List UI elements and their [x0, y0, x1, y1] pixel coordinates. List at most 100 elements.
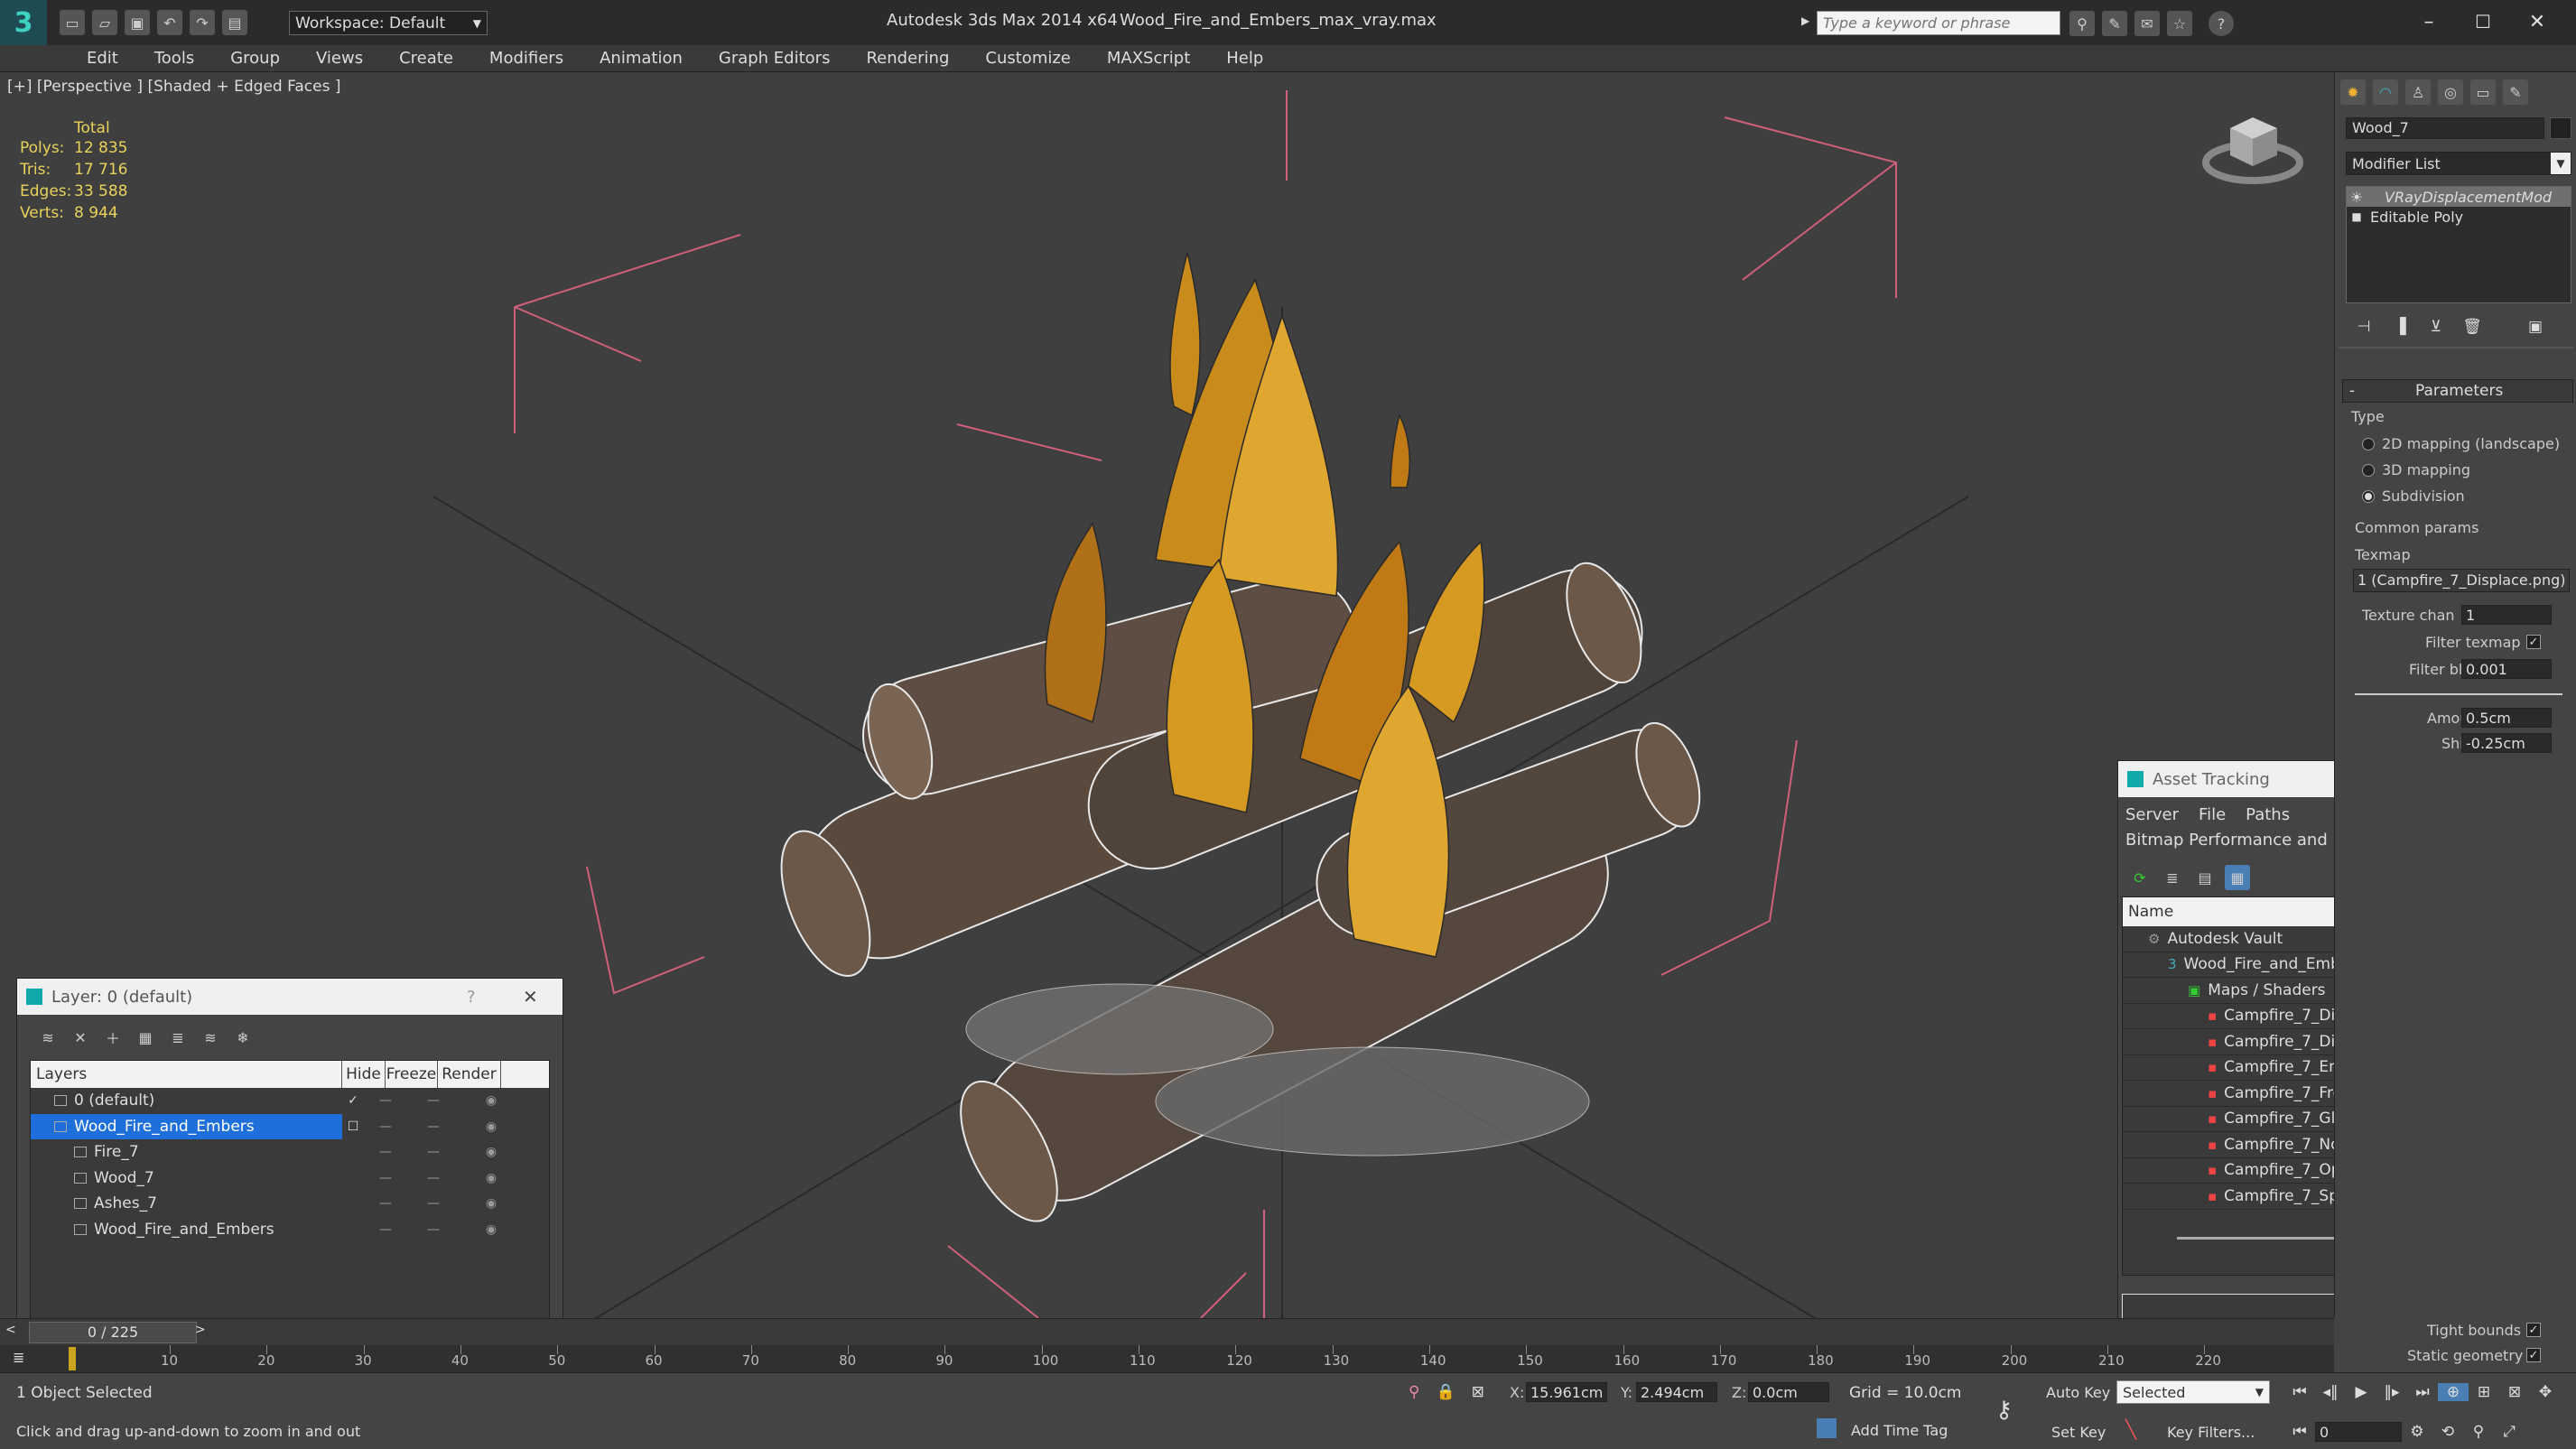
- close-icon[interactable]: ✕: [2510, 11, 2564, 33]
- orbit-icon[interactable]: ⟲: [2432, 1423, 2463, 1441]
- layer-hide-toggle[interactable]: —: [364, 1145, 407, 1159]
- asset-menu-paths[interactable]: Paths: [2246, 803, 2290, 828]
- layer-render-toggle[interactable]: ◉: [460, 1093, 523, 1108]
- asset-row[interactable]: ▪Campfire_7_Fresnel.pngFound: [2123, 1081, 2334, 1107]
- layer-render-toggle[interactable]: ◉: [460, 1119, 523, 1134]
- isolate-icon[interactable]: ⚲: [1409, 1383, 1419, 1401]
- menu-edit[interactable]: Edit: [69, 45, 136, 72]
- static-geometry-checkbox[interactable]: ✓: [2526, 1348, 2541, 1362]
- layer-freeze-toggle[interactable]: —: [407, 1171, 460, 1185]
- previous-frame-icon[interactable]: ◂‖: [2315, 1383, 2346, 1401]
- type-option[interactable]: 3D mapping: [2351, 457, 2564, 483]
- menu-views[interactable]: Views: [298, 45, 381, 72]
- expand-icon[interactable]: ■: [2347, 210, 2367, 223]
- key-mode-icon[interactable]: ⏮: [2284, 1423, 2315, 1441]
- radio-button[interactable]: [2362, 463, 2375, 477]
- layer-row[interactable]: Wood_Fire_and_Embers ☐ — — ◉: [31, 1113, 549, 1139]
- freeze-all-icon[interactable]: ❄: [230, 1025, 256, 1050]
- layer-row[interactable]: Wood_Fire_and_Embers — — ◉: [31, 1217, 549, 1243]
- lock-icon[interactable]: 🔒: [1436, 1383, 1455, 1401]
- communication-icon[interactable]: ✉: [2134, 11, 2160, 36]
- texmap-button[interactable]: 1 (Campfire_7_Displace.png): [2353, 569, 2570, 592]
- asset-row[interactable]: ⚙Autodesk VaultLogged C: [2123, 926, 2334, 952]
- menu-create[interactable]: Create: [381, 45, 471, 72]
- binoculars-icon[interactable]: ⚲: [2069, 11, 2095, 36]
- type-option[interactable]: Subdivision: [2351, 483, 2564, 509]
- help-icon[interactable]: ?: [2209, 11, 2234, 36]
- track-bar[interactable]: ≣ 10 20 30 40 50 60 70 80 90 100 110 120 130 140 150 16…: [0, 1345, 2334, 1372]
- pan-view-icon[interactable]: ✥: [2530, 1383, 2561, 1401]
- project-folder-icon[interactable]: ▤: [222, 10, 247, 35]
- asset-row[interactable]: 3Wood_Fire_and_Embers_max_vray.maxNetwor…: [2123, 952, 2334, 978]
- layer-row[interactable]: Ashes_7— — ◉: [31, 1191, 549, 1217]
- asset-column-name[interactable]: Name: [2123, 897, 2334, 926]
- texture-chan-spinner[interactable]: 1: [2461, 605, 2552, 625]
- layer-hide-toggle[interactable]: —: [364, 1222, 407, 1237]
- layer-freeze-toggle[interactable]: —: [407, 1145, 460, 1159]
- create-tab-icon[interactable]: ✹: [2340, 79, 2366, 105]
- go-to-end-icon[interactable]: ⏭: [2407, 1383, 2438, 1401]
- parameters-rollout-header[interactable]: - Parameters: [2342, 379, 2573, 403]
- motion-tab-icon[interactable]: ◎: [2438, 79, 2463, 105]
- refresh-icon[interactable]: ⟳: [2127, 865, 2153, 890]
- time-tag-icon[interactable]: [1817, 1418, 1837, 1438]
- menu-maxscript[interactable]: MAXScript: [1089, 45, 1208, 72]
- asset-scrollbar[interactable]: [2177, 1236, 2334, 1240]
- set-key-mode-icon[interactable]: ╲: [2125, 1418, 2136, 1440]
- key-filters-button[interactable]: Key Filters...: [2167, 1424, 2255, 1441]
- perspective-viewport[interactable]: [+] [Perspective ] [Shaded + Edged Faces…: [0, 72, 2334, 1318]
- radio-button[interactable]: [2362, 489, 2375, 503]
- auto-key-button[interactable]: Auto Key: [2046, 1384, 2110, 1401]
- x-coordinate-field[interactable]: 15.961cm: [1526, 1382, 1607, 1402]
- layer-render-toggle[interactable]: ◉: [460, 1222, 523, 1237]
- search-input[interactable]: [1817, 11, 2060, 35]
- shift-spinner[interactable]: -0.25cm: [2461, 733, 2552, 753]
- redo-icon[interactable]: ↷: [190, 10, 215, 35]
- asset-menu-server[interactable]: Server: [2125, 803, 2179, 828]
- configure-sets-icon[interactable]: ▣: [2517, 318, 2553, 336]
- help-button[interactable]: ?: [467, 988, 476, 1007]
- open-file-icon[interactable]: ▱: [92, 10, 117, 35]
- menu-tools[interactable]: Tools: [136, 45, 212, 72]
- go-to-start-icon[interactable]: ⏮: [2284, 1383, 2315, 1401]
- viewport-label[interactable]: [+] [Perspective ] [Shaded + Edged Faces…: [7, 78, 340, 96]
- menu-help[interactable]: Help: [1208, 45, 1281, 72]
- pin-stack-icon[interactable]: ⊣: [2346, 318, 2382, 336]
- type-option[interactable]: 2D mapping (landscape): [2351, 431, 2564, 457]
- current-frame-field[interactable]: 0: [2315, 1422, 2402, 1442]
- y-coordinate-field[interactable]: 2.494cm: [1636, 1382, 1717, 1402]
- absolute-mode-icon[interactable]: ⊠: [1472, 1383, 1484, 1401]
- workspace-dropdown[interactable]: Workspace: Default ▼: [289, 11, 488, 35]
- asset-row[interactable]: ▪Campfire_7_Emissive.pngFound: [2123, 1055, 2334, 1081]
- list-view-icon[interactable]: ≣: [2160, 865, 2185, 890]
- walk-through-icon[interactable]: ⚲: [2463, 1423, 2494, 1441]
- tight-bounds-checkbox[interactable]: ✓: [2526, 1323, 2541, 1337]
- stack-item-vraydisplacement[interactable]: ☀ VRayDisplacementMod: [2347, 187, 2571, 207]
- menu-rendering[interactable]: Rendering: [848, 45, 967, 72]
- set-current-checkbox[interactable]: ☐: [342, 1119, 364, 1134]
- hierarchy-tab-icon[interactable]: ♙: [2405, 79, 2431, 105]
- add-to-layer-icon[interactable]: ＋: [100, 1025, 126, 1050]
- layer-column-freeze[interactable]: Freeze: [386, 1061, 438, 1088]
- radio-button[interactable]: [2362, 437, 2375, 450]
- layer-row[interactable]: Fire_7— — ◉: [31, 1139, 549, 1166]
- layer-hide-toggle[interactable]: —: [364, 1093, 407, 1108]
- highlight-layer-icon[interactable]: ≣: [165, 1025, 191, 1050]
- app-logo-icon[interactable]: 3: [0, 0, 47, 45]
- maximize-viewport-icon[interactable]: ⤢: [2494, 1423, 2525, 1441]
- layer-render-toggle[interactable]: ◉: [460, 1196, 523, 1211]
- new-file-icon[interactable]: ▭: [60, 10, 85, 35]
- layer-freeze-toggle[interactable]: —: [407, 1222, 460, 1237]
- chevron-right-icon[interactable]: >: [195, 1323, 206, 1337]
- zoom-extents-icon[interactable]: ⊞: [2469, 1383, 2499, 1401]
- z-coordinate-field[interactable]: 0.0cm: [1748, 1382, 1829, 1402]
- lightbulb-icon[interactable]: ☀: [2347, 189, 2367, 206]
- asset-row[interactable]: ▪Campfire_7_Opacity.pngFound: [2123, 1158, 2334, 1184]
- asset-menu-file[interactable]: File: [2199, 803, 2226, 828]
- remove-modifier-icon[interactable]: 🗑: [2454, 318, 2490, 336]
- layer-column-layers[interactable]: Layers: [31, 1061, 342, 1088]
- asset-row[interactable]: ▪Campfire_7_Diffuse.pngFound: [2123, 1004, 2334, 1029]
- time-configuration-icon[interactable]: ⚙: [2402, 1423, 2432, 1441]
- search-expand-icon[interactable]: ▶: [1801, 11, 1814, 35]
- asset-row[interactable]: ▪Campfire_7_Specular.pngFound: [2123, 1184, 2334, 1210]
